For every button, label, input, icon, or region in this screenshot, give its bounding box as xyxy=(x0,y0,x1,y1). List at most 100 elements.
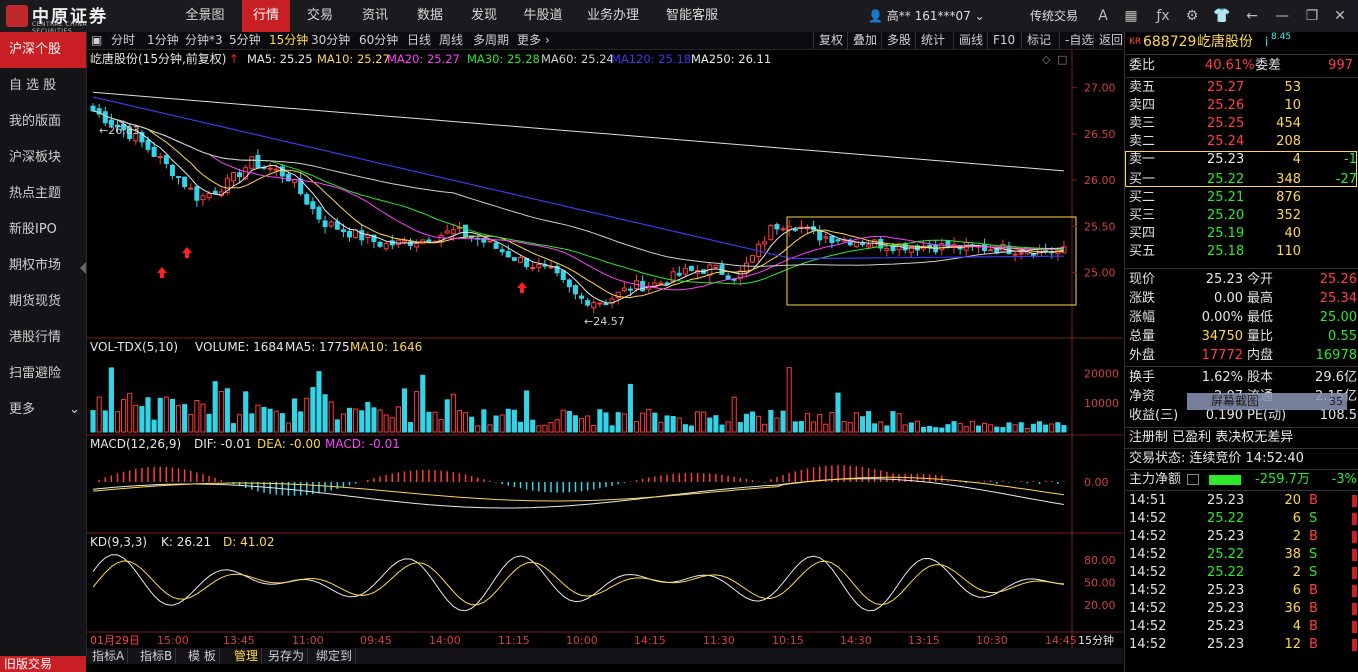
close-icon[interactable]: ✕ xyxy=(1331,7,1349,25)
tool-0[interactable]: 复权 xyxy=(813,32,843,49)
nav-tab-6[interactable]: 牛股道 xyxy=(513,0,573,32)
bottom-tab-5[interactable]: 绑定到 xyxy=(313,648,357,664)
period-3[interactable]: 5分钟 xyxy=(229,32,261,49)
nav-tab-7[interactable]: 业务办理 xyxy=(577,0,649,32)
old-version-button[interactable]: 旧版交易 xyxy=(0,656,86,672)
period-4[interactable]: 15分钟 xyxy=(269,32,308,49)
sidebar-item-6[interactable]: 期权市场 xyxy=(0,248,86,284)
volume-bar xyxy=(640,412,646,433)
candle-body xyxy=(157,156,163,159)
tool-4[interactable]: 画线 xyxy=(953,32,983,49)
tool-3[interactable]: 统计 xyxy=(915,32,945,49)
chevron-right-icon[interactable]: › xyxy=(545,32,550,49)
sidebar-item-3[interactable]: 沪深板块 xyxy=(0,140,86,176)
minimize-icon[interactable]: — xyxy=(1273,7,1291,25)
ask-row[interactable]: 卖二 25.24 208 xyxy=(1129,133,1357,151)
volume-bar xyxy=(102,410,108,433)
collapse-arrow-icon[interactable] xyxy=(80,262,86,274)
back-icon[interactable]: ← xyxy=(1243,7,1261,25)
period-1[interactable]: 1分钟 xyxy=(147,32,179,49)
stat-value: 0.55 xyxy=(1328,329,1357,344)
period-8[interactable]: 周线 xyxy=(439,32,463,49)
volume-bar xyxy=(340,413,346,433)
nav-tab-3[interactable]: 资讯 xyxy=(350,0,400,32)
candle-body xyxy=(151,146,157,157)
volume-bar xyxy=(121,399,127,433)
restore-icon[interactable]: ❐ xyxy=(1303,7,1321,25)
tool-2[interactable]: 多股 xyxy=(881,32,911,49)
ask-row[interactable]: 卖四 25.26 10 xyxy=(1129,97,1357,115)
volume-bar xyxy=(444,399,450,433)
stat-label: 涨幅 xyxy=(1129,310,1156,325)
sidebar-item-9[interactable]: 扫雷避险 xyxy=(0,356,86,392)
volume-bar xyxy=(664,415,670,433)
trade-mode-button[interactable]: 传统交易 xyxy=(1030,0,1078,32)
bottom-tab-2[interactable]: 模 板 xyxy=(185,648,220,664)
bid-row[interactable]: 买一 25.22 348 -27 xyxy=(1129,171,1357,189)
formula-icon[interactable]: ƒx xyxy=(1154,7,1172,25)
sidebar-item-10[interactable]: 更多 ⌄ xyxy=(0,392,86,428)
period-0[interactable]: 分时 xyxy=(111,32,135,49)
sidebar-item-4[interactable]: 热点主题 xyxy=(0,176,86,212)
sidebar-item-7[interactable]: 期货现货 xyxy=(0,284,86,320)
period-7[interactable]: 日线 xyxy=(407,32,431,49)
candle-body xyxy=(463,224,469,238)
nav-tab-0[interactable]: 全景图 xyxy=(170,0,240,32)
bid-row[interactable]: 买五 25.18 110 xyxy=(1129,243,1357,261)
period-10[interactable]: 更多 xyxy=(517,32,541,49)
period-6[interactable]: 60分钟 xyxy=(359,32,398,49)
chevron-down-icon: ⌄ xyxy=(974,9,985,23)
nav-tab-2[interactable]: 交易 xyxy=(295,0,345,32)
candle-body xyxy=(774,224,780,230)
volume-bar xyxy=(151,419,157,433)
diamond-icon[interactable]: ◇ xyxy=(1042,53,1051,66)
time-axis-label: 14:30 xyxy=(840,634,872,647)
gear-icon[interactable]: ⚙ xyxy=(1183,7,1201,25)
user-account[interactable]: 👤 高** 161***07 ⌄ xyxy=(868,0,985,32)
stock-chart[interactable]: ←26.83 ←24.57 27.00 26.50 26.00 25.50 25.00 屹唐股… xyxy=(87,50,1123,648)
font-size-icon[interactable]: A xyxy=(1094,7,1112,25)
up-arrow-icon: ↑ xyxy=(229,52,239,66)
bottom-tab-4[interactable]: 另存为 xyxy=(265,648,309,664)
period-5[interactable]: 30分钟 xyxy=(311,32,350,49)
period-2[interactable]: 分钟*3 xyxy=(185,32,223,49)
main-flow-row[interactable]: 主力净额 -259.7万 -3% xyxy=(1129,471,1357,489)
volume-bar xyxy=(1043,424,1049,433)
period-9[interactable]: 多周期 xyxy=(473,32,509,49)
tool-8[interactable]: 返回 xyxy=(1093,32,1123,49)
nav-tab-8[interactable]: 智能客服 xyxy=(653,0,731,32)
sidebar-item-1[interactable]: 自 选 股 xyxy=(0,68,86,104)
candle-body xyxy=(182,176,188,188)
stat-value: 34750 xyxy=(1201,329,1243,344)
stat-label: 外盘 xyxy=(1129,348,1156,363)
layout-icon[interactable]: ▣ xyxy=(91,32,102,49)
sidebar-item-5[interactable]: 新股IPO xyxy=(0,212,86,248)
square-icon[interactable]: □ xyxy=(1057,53,1067,66)
sidebar-item-2[interactable]: 我的版面 xyxy=(0,104,86,140)
tool-7[interactable]: -自选 xyxy=(1059,32,1093,49)
shirt-icon[interactable]: 👕 xyxy=(1213,7,1231,25)
sidebar-item-8[interactable]: 港股行情 xyxy=(0,320,86,356)
tool-6[interactable]: 标记 xyxy=(1021,32,1051,49)
sidebar-item-label: 新股IPO xyxy=(9,222,57,237)
candle-body xyxy=(279,166,285,177)
tool-1[interactable]: 叠加 xyxy=(847,32,877,49)
bid-row[interactable]: 买二 25.21 876 xyxy=(1129,189,1357,207)
bottom-tab-0[interactable]: 指标A xyxy=(89,648,129,664)
stat-row: 现价 25.23 今开 25.26 xyxy=(1129,271,1357,289)
bottom-tab-3[interactable]: 管理 xyxy=(231,648,263,664)
grid-icon[interactable]: ▦ xyxy=(1122,7,1140,25)
info-icon[interactable]: i xyxy=(1265,32,1268,52)
nav-tab-1[interactable]: 行情 xyxy=(242,0,290,32)
volume-bar xyxy=(762,423,768,433)
nav-tab-4[interactable]: 数据 xyxy=(405,0,455,32)
ask-row[interactable]: 卖三 25.25 454 xyxy=(1129,115,1357,133)
bid-row[interactable]: 买三 25.20 352 xyxy=(1129,207,1357,225)
nav-tab-5[interactable]: 发现 xyxy=(460,0,508,32)
bid-row[interactable]: 买四 25.19 40 xyxy=(1129,225,1357,243)
bottom-tab-1[interactable]: 指标B xyxy=(137,648,177,664)
sidebar-item-0[interactable]: 沪深个股 xyxy=(0,32,86,68)
volume-bar xyxy=(548,422,554,433)
tool-5[interactable]: F10 xyxy=(987,32,1015,49)
ask-row[interactable]: 卖五 25.27 53 xyxy=(1129,79,1357,97)
